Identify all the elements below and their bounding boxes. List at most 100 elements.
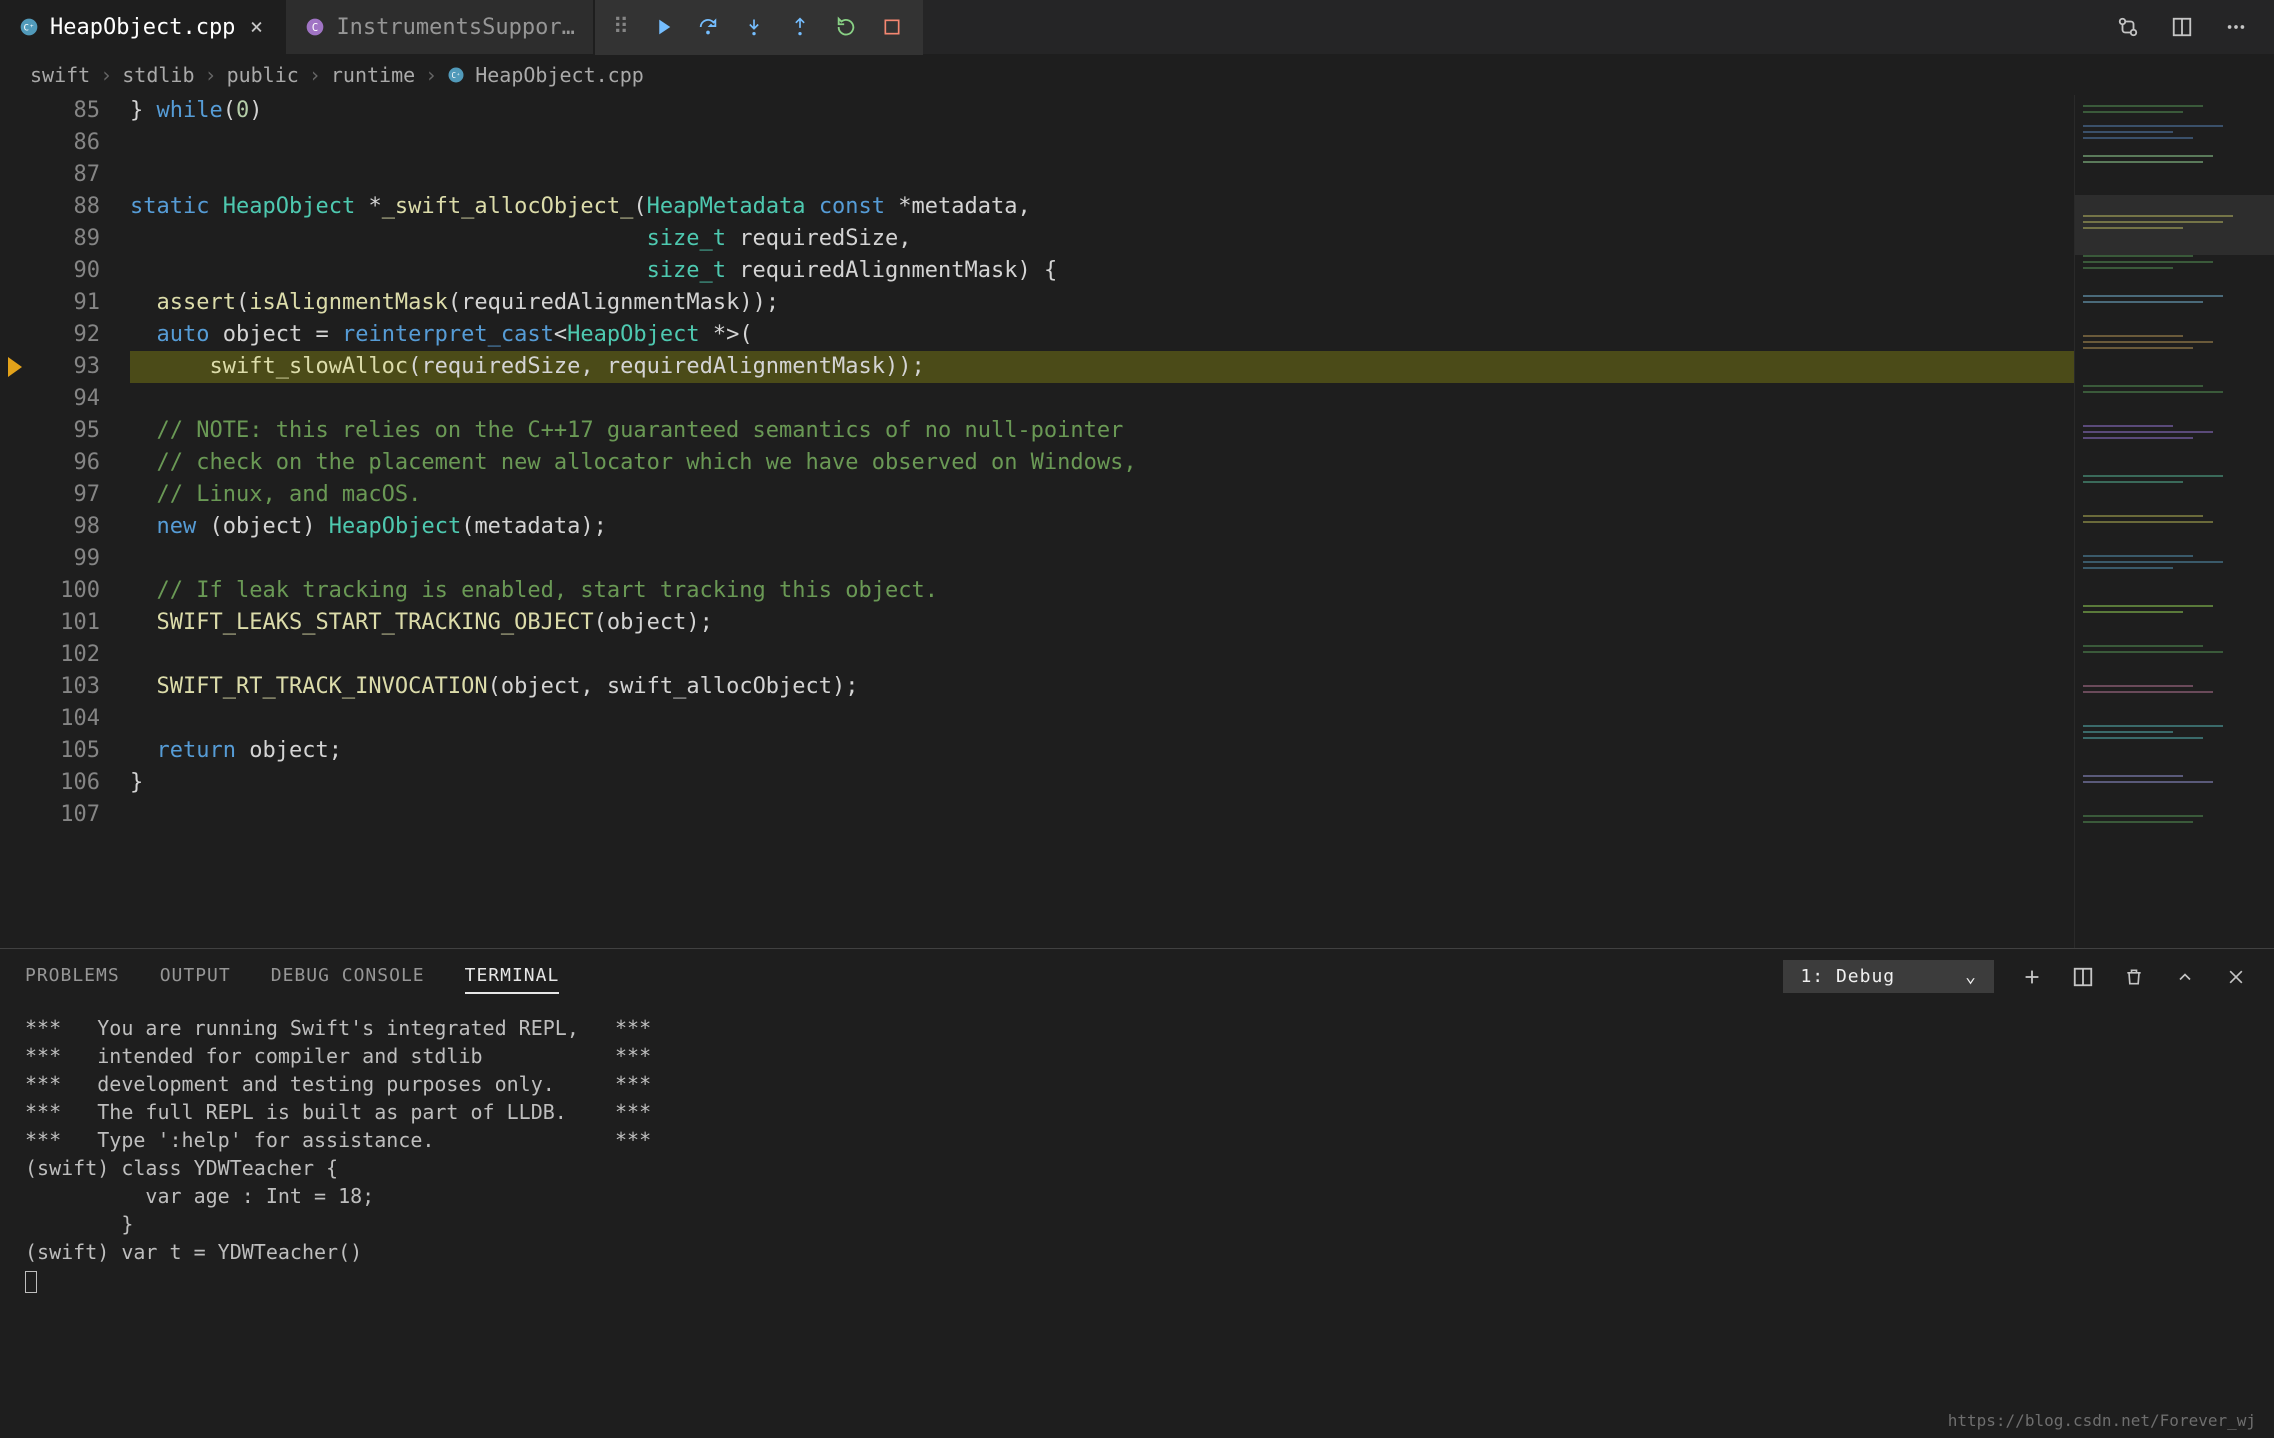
code-line[interactable]: // check on the placement new allocator … [130,447,2074,479]
breakpoint-slot[interactable] [0,703,30,735]
code-line[interactable]: assert(isAlignmentMask(requiredAlignment… [130,287,2074,319]
line-number: 92 [30,319,100,351]
drag-handle-icon[interactable]: ⠿ [613,15,629,40]
line-number: 97 [30,479,100,511]
code-line[interactable] [130,383,2074,415]
minimap-slider[interactable] [2075,195,2274,255]
breakpoint-slot[interactable] [0,127,30,159]
code-line[interactable]: // Linux, and macOS. [130,479,2074,511]
minimap[interactable] [2074,95,2274,948]
code-line[interactable]: new (object) HeapObject(metadata); [130,511,2074,543]
terminal-selector-label: 1: Debug [1800,966,1895,987]
breakpoint-slot[interactable] [0,287,30,319]
breakpoint-slot[interactable] [0,383,30,415]
cpp-file-icon: C⁺ [18,16,40,38]
code-line[interactable] [130,127,2074,159]
breadcrumb-segment[interactable]: runtime [331,63,415,87]
svg-text:C: C [312,21,319,34]
panel-tab-terminal[interactable]: TERMINAL [465,959,560,994]
more-actions-icon[interactable] [2223,14,2249,40]
breadcrumb[interactable]: swift›stdlib›public›runtime›C⁺HeapObject… [0,55,2274,95]
breakpoint-slot[interactable] [0,543,30,575]
terminal-output[interactable]: *** You are running Swift's integrated R… [0,1004,2274,1438]
line-number: 101 [30,607,100,639]
code-line[interactable]: size_t requiredAlignmentMask) { [130,255,2074,287]
code-area[interactable]: } while(0) static HeapObject *_swift_all… [120,95,2074,948]
breakpoint-slot[interactable] [0,223,30,255]
restart-button[interactable] [833,14,859,40]
line-number: 95 [30,415,100,447]
line-number: 100 [30,575,100,607]
breakpoint-slot[interactable] [0,447,30,479]
breakpoint-slot[interactable] [0,671,30,703]
breakpoint-slot[interactable] [0,639,30,671]
breadcrumb-segment[interactable]: public [227,63,299,87]
breakpoint-slot[interactable] [0,575,30,607]
tab-label: InstrumentsSuppor… [336,15,574,40]
svg-text:C⁺: C⁺ [452,71,461,80]
line-number: 88 [30,191,100,223]
line-number: 94 [30,383,100,415]
tabbar: C⁺HeapObject.cpp× C InstrumentsSuppor… ⠿ [0,0,2274,55]
line-number: 104 [30,703,100,735]
code-line[interactable] [130,543,2074,575]
step-out-button[interactable] [787,14,813,40]
code-line[interactable]: swift_slowAlloc(requiredSize, requiredAl… [130,351,2074,383]
breakpoint-slot[interactable] [0,191,30,223]
step-over-button[interactable] [695,14,721,40]
tab-heapobject-cpp[interactable]: C⁺HeapObject.cpp× [0,0,286,54]
code-line[interactable]: // NOTE: this relies on the C++17 guaran… [130,415,2074,447]
breakpoint-slot[interactable] [0,479,30,511]
new-terminal-button[interactable] [2019,964,2045,990]
close-tab-icon[interactable]: × [245,15,267,40]
line-number: 93 [30,351,100,383]
line-number: 102 [30,639,100,671]
breakpoint-slot[interactable] [0,415,30,447]
code-line[interactable]: return object; [130,735,2074,767]
maximize-panel-button[interactable] [2172,964,2198,990]
breakpoint-slot[interactable] [0,799,30,831]
panel-tab-problems[interactable]: PROBLEMS [25,959,120,994]
step-into-button[interactable] [741,14,767,40]
code-line[interactable]: static HeapObject *_swift_allocObject_(H… [130,191,2074,223]
code-line[interactable]: SWIFT_RT_TRACK_INVOCATION(object, swift_… [130,671,2074,703]
breadcrumb-segment[interactable]: HeapObject.cpp [475,63,644,87]
breakpoint-slot[interactable] [0,735,30,767]
panel-tab-output[interactable]: OUTPUT [160,959,231,994]
code-line[interactable]: auto object = reinterpret_cast<HeapObjec… [130,319,2074,351]
code-line[interactable] [130,703,2074,735]
breadcrumb-segment[interactable]: swift [30,63,90,87]
code-line[interactable]: } while(0) [130,95,2074,127]
breadcrumb-separator: › [100,63,112,87]
breakpoint-slot[interactable] [0,255,30,287]
breakpoint-gutter[interactable] [0,95,30,948]
line-number: 91 [30,287,100,319]
line-number: 98 [30,511,100,543]
terminal-selector[interactable]: 1: Debug ⌄ [1783,960,1994,993]
close-panel-button[interactable] [2223,964,2249,990]
stop-button[interactable] [879,14,905,40]
split-terminal-button[interactable] [2070,964,2096,990]
kill-terminal-button[interactable] [2121,964,2147,990]
code-line[interactable]: SWIFT_LEAKS_START_TRACKING_OBJECT(object… [130,607,2074,639]
line-number: 86 [30,127,100,159]
breakpoint-slot[interactable] [0,351,30,383]
breakpoint-slot[interactable] [0,319,30,351]
code-line[interactable]: } [130,767,2074,799]
code-line[interactable]: // If leak tracking is enabled, start tr… [130,575,2074,607]
breakpoint-slot[interactable] [0,95,30,127]
breadcrumb-segment[interactable]: stdlib [122,63,194,87]
panel-tab-debug-console[interactable]: DEBUG CONSOLE [271,959,425,994]
breakpoint-slot[interactable] [0,159,30,191]
breakpoint-slot[interactable] [0,767,30,799]
split-editor-icon[interactable] [2169,14,2195,40]
breakpoint-slot[interactable] [0,607,30,639]
code-line[interactable] [130,159,2074,191]
compare-changes-icon[interactable] [2115,14,2141,40]
breakpoint-slot[interactable] [0,511,30,543]
code-line[interactable] [130,639,2074,671]
tab-instrumentssuppor-[interactable]: C InstrumentsSuppor… [286,0,593,54]
code-line[interactable] [130,799,2074,831]
continue-button[interactable] [649,14,675,40]
code-line[interactable]: size_t requiredSize, [130,223,2074,255]
